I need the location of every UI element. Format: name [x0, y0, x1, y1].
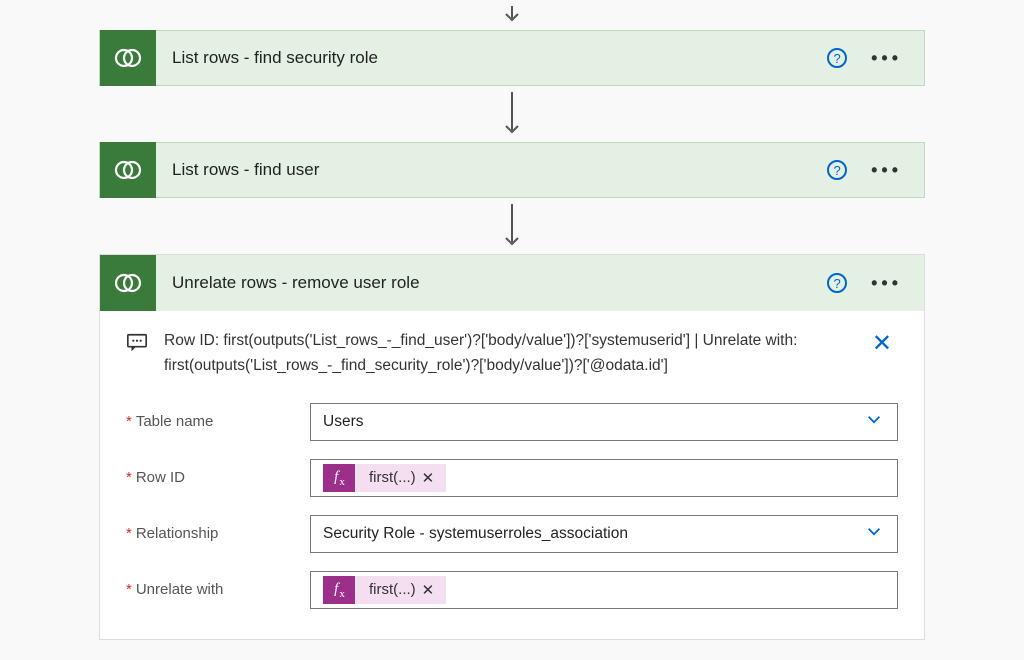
connector-arrow	[0, 86, 1024, 142]
more-menu-button[interactable]: •••	[871, 274, 902, 292]
dataverse-icon	[100, 255, 156, 311]
step-card-list-rows-find-user[interactable]: List rows - find user ? •••	[99, 142, 925, 198]
field-label: * Table name	[126, 413, 310, 430]
required-asterisk: *	[126, 581, 132, 598]
dropdown-value: Users	[323, 413, 363, 431]
unrelate-with-input[interactable]: fx first(...) ✕	[310, 571, 898, 609]
dropdown-value: Security Role - systemuserroles_associat…	[323, 525, 628, 543]
help-icon[interactable]: ?	[827, 160, 847, 180]
field-label: * Unrelate with	[126, 581, 310, 598]
token-remove-icon[interactable]: ✕	[422, 581, 435, 599]
fx-icon: fx	[323, 464, 355, 492]
field-label: * Relationship	[126, 525, 310, 542]
comment-text: Row ID: first(outputs('List_rows_-_find_…	[164, 329, 852, 379]
step-title: List rows - find security role	[156, 48, 827, 68]
expression-token[interactable]: fx first(...) ✕	[323, 576, 446, 604]
required-asterisk: *	[126, 413, 132, 430]
field-label: * Row ID	[126, 469, 310, 486]
step-body: Row ID: first(outputs('List_rows_-_find_…	[100, 311, 924, 639]
required-asterisk: *	[126, 525, 132, 542]
step-header[interactable]: Unrelate rows - remove user role ? •••	[100, 255, 924, 311]
required-asterisk: *	[126, 469, 132, 486]
token-label: first(...)	[369, 581, 416, 598]
row-id-input[interactable]: fx first(...) ✕	[310, 459, 898, 497]
expression-token[interactable]: fx first(...) ✕	[323, 464, 446, 492]
token-remove-icon[interactable]: ✕	[422, 469, 435, 487]
relationship-dropdown[interactable]: Security Role - systemuserroles_associat…	[310, 515, 898, 553]
close-icon[interactable]: ✕	[866, 329, 898, 358]
token-label: first(...)	[369, 469, 416, 486]
help-icon[interactable]: ?	[827, 273, 847, 293]
dataverse-icon	[100, 30, 156, 86]
chevron-down-icon	[865, 522, 883, 545]
field-relationship: * Relationship Security Role - systemuse…	[126, 515, 898, 553]
comment-icon	[126, 332, 150, 358]
dataverse-icon	[100, 142, 156, 198]
step-card-unrelate-rows: Unrelate rows - remove user role ? •••	[99, 254, 925, 640]
connector-arrow	[0, 198, 1024, 254]
field-unrelate-with: * Unrelate with fx first(...) ✕	[126, 571, 898, 609]
field-row-id: * Row ID fx first(...) ✕	[126, 459, 898, 497]
comment-row: Row ID: first(outputs('List_rows_-_find_…	[126, 329, 898, 379]
fx-icon: fx	[323, 576, 355, 604]
connector-arrow	[0, 0, 1024, 30]
step-title: List rows - find user	[156, 160, 827, 180]
help-icon[interactable]: ?	[827, 48, 847, 68]
step-card-list-rows-security-role[interactable]: List rows - find security role ? •••	[99, 30, 925, 86]
field-table-name: * Table name Users	[126, 403, 898, 441]
chevron-down-icon	[865, 410, 883, 433]
more-menu-button[interactable]: •••	[871, 49, 902, 67]
step-title: Unrelate rows - remove user role	[156, 273, 827, 293]
more-menu-button[interactable]: •••	[871, 161, 902, 179]
table-name-dropdown[interactable]: Users	[310, 403, 898, 441]
